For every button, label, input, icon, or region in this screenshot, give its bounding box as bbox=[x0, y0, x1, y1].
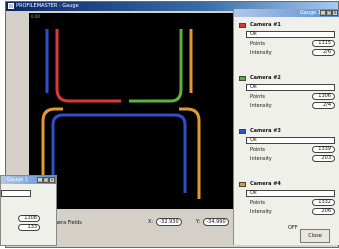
profile-plot-canvas bbox=[41, 29, 201, 199]
close-icon[interactable]: × bbox=[332, 10, 338, 16]
camera-4-group: Camera #4 Ok Points 1332 Intensity 206 bbox=[234, 181, 339, 230]
camera-1-points-value: 1315 bbox=[312, 40, 335, 47]
camera-1-color-icon bbox=[239, 23, 246, 28]
close-button[interactable]: Close bbox=[300, 229, 330, 243]
camera-3-color-icon bbox=[239, 129, 246, 134]
camera-4-status-field[interactable]: Ok bbox=[246, 190, 335, 197]
camera-2-intensity-value: 2/4 bbox=[312, 102, 335, 109]
panel-title: Gauge 1 bbox=[299, 10, 321, 16]
camera-3-points-label: Points bbox=[250, 147, 266, 153]
app-icon bbox=[8, 3, 14, 9]
profile-camera-3 bbox=[51, 113, 137, 193]
y-coordinate-label: Y: bbox=[196, 219, 201, 225]
camera-1-intensity-label: Intensity bbox=[250, 50, 272, 56]
camera-4-intensity-label: Intensity bbox=[250, 209, 272, 215]
overlay-points-value: 1308 bbox=[18, 215, 40, 222]
camera-2-group: Camera #2 Ok Points 1306 Intensity 2/4 bbox=[234, 75, 339, 124]
camera-2-status-field[interactable]: Ok bbox=[246, 84, 335, 91]
window-title: PROFILEMASTER - Gauge bbox=[16, 3, 79, 9]
plot-coordinate-readout: 0.00 bbox=[31, 14, 40, 19]
overlay-title: Gauge 1 bbox=[7, 177, 29, 183]
y-coordinate-field: -34.990 bbox=[203, 218, 229, 226]
panel-titlebar[interactable]: Gauge 1 _ □ × bbox=[234, 9, 339, 17]
profile-camera-2 bbox=[129, 29, 183, 103]
camera-3-name: Camera #3 bbox=[250, 128, 281, 134]
camera-2-intensity-label: Intensity bbox=[250, 103, 272, 109]
overlay-status-field[interactable] bbox=[1, 190, 31, 197]
profile-plot[interactable]: 0.00 bbox=[29, 13, 237, 209]
camera-1-status-field[interactable]: Ok bbox=[246, 31, 335, 38]
camera-1-name: Camera #1 bbox=[250, 22, 281, 28]
camera-4-color-icon bbox=[239, 182, 246, 187]
camera-4-intensity-value: 206 bbox=[312, 208, 335, 215]
gauge-overlay-window: Gauge 1 _ □ × 1308 133 bbox=[0, 175, 57, 246]
camera-2-points-value: 1306 bbox=[312, 93, 335, 100]
camera-4-points-value: 1332 bbox=[312, 199, 335, 206]
profile-camera-4b bbox=[179, 107, 201, 199]
overlay-intensity-value: 133 bbox=[18, 224, 40, 231]
overlay-close-icon[interactable]: × bbox=[49, 177, 55, 183]
gauge-panel: Gauge 1 _ □ × Camera #1 Ok Points 1315 I… bbox=[233, 9, 339, 245]
off-status-label: OFF bbox=[288, 225, 298, 231]
camera-1-group: Camera #1 Ok Points 1315 Intensity 2/6 bbox=[234, 22, 339, 71]
camera-3-group: Camera #3 Ok Points 1339 Intensity 203 bbox=[234, 128, 339, 177]
camera-2-name: Camera #2 bbox=[250, 75, 281, 81]
x-coordinate-field: -32.930 bbox=[156, 218, 182, 226]
camera-4-points-label: Points bbox=[250, 200, 266, 206]
profile-camera-1 bbox=[55, 29, 121, 103]
overlay-titlebar[interactable]: Gauge 1 _ □ × bbox=[1, 176, 56, 184]
profile-camera-3b bbox=[137, 113, 187, 193]
camera-1-points-label: Points bbox=[250, 41, 266, 47]
camera-2-color-icon bbox=[239, 76, 246, 81]
camera-2-points-label: Points bbox=[250, 94, 266, 100]
camera-3-points-value: 1339 bbox=[312, 146, 335, 153]
camera-3-intensity-value: 203 bbox=[312, 155, 335, 162]
camera-4-name: Camera #4 bbox=[250, 181, 281, 187]
camera-1-intensity-value: 2/6 bbox=[312, 49, 335, 56]
camera-3-status-field[interactable]: Ok bbox=[246, 137, 335, 144]
camera-3-intensity-label: Intensity bbox=[250, 156, 272, 162]
x-coordinate-label: X: bbox=[148, 219, 154, 225]
